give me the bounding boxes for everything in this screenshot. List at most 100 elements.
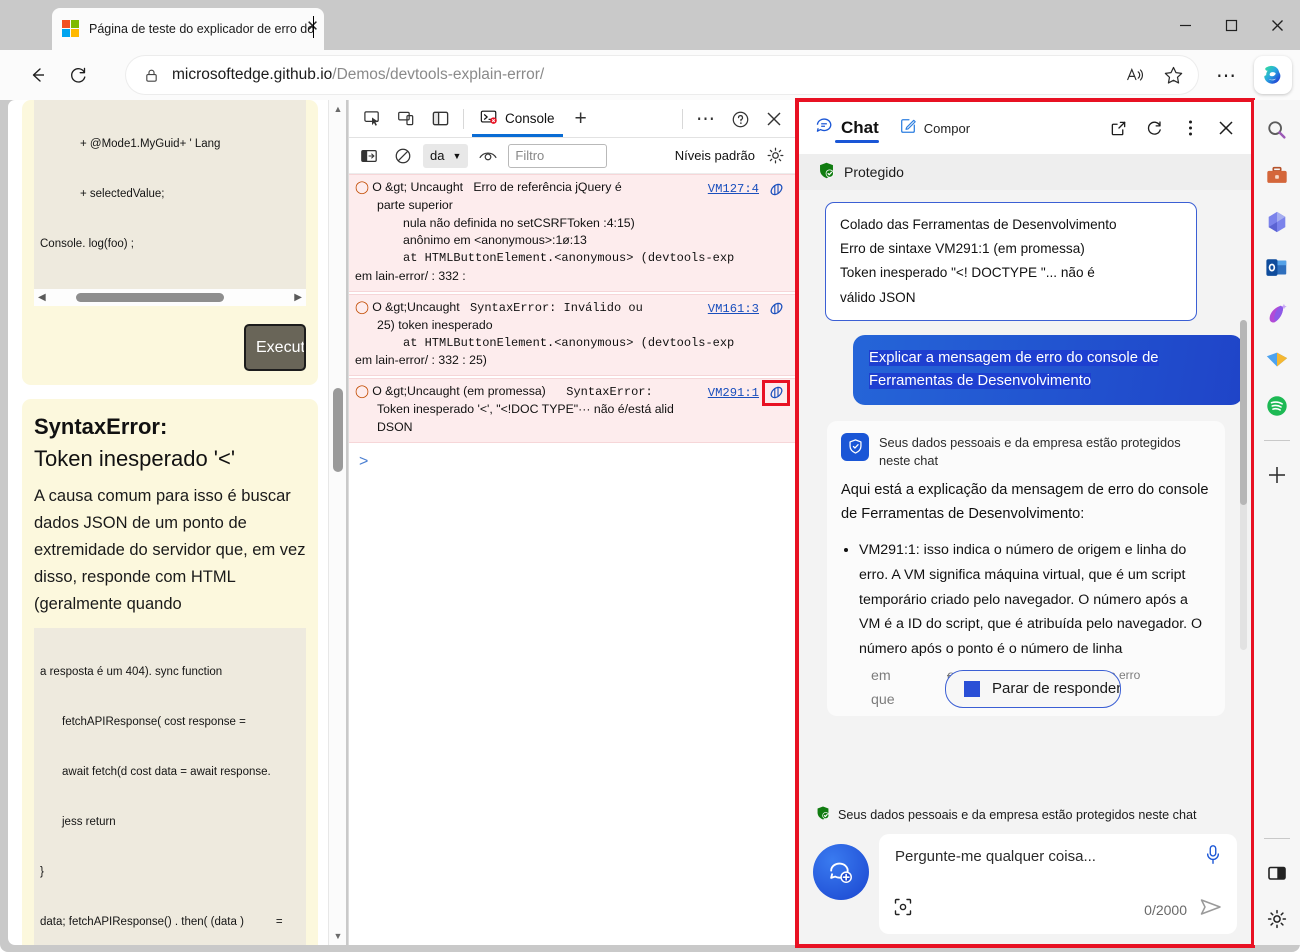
sidebar-settings-gear-icon[interactable]	[1261, 903, 1293, 935]
screenshot-capture-icon[interactable]	[893, 897, 913, 922]
console-message-title: Erro de referência jQuery é	[473, 180, 622, 194]
refresh-chat-icon[interactable]	[1139, 113, 1169, 143]
more-options-icon[interactable]	[1175, 113, 1205, 143]
reload-button[interactable]	[58, 57, 98, 93]
console-message-row-highlighted[interactable]: ◯ O &gt;Uncaught (em promessa) SyntaxErr…	[349, 377, 795, 444]
js-context-selector[interactable]: da ▼	[423, 143, 469, 168]
tab-console[interactable]: Console	[470, 101, 565, 137]
filter-input[interactable]: Filtro	[508, 143, 608, 168]
user-message-bubble: Explicar a mensagem de erro do console d…	[853, 334, 1243, 405]
compose-pencil-icon	[899, 117, 917, 140]
split-screen-icon[interactable]	[1261, 857, 1293, 889]
maximize-button[interactable]	[1208, 0, 1254, 50]
console-message-line: at HTMLButtonElement.<anonymous> (devtoo…	[403, 335, 735, 350]
error-bullet-icon: ◯	[355, 299, 369, 314]
help-icon[interactable]	[723, 104, 757, 134]
console-prompt[interactable]: >	[349, 445, 795, 479]
page-scrollbar[interactable]: ▲ ▼	[328, 100, 346, 945]
console-message-row[interactable]: ◯ O &gt;Uncaught SyntaxError: Inválido o…	[349, 293, 795, 376]
copilot-header: Chat Compor	[799, 102, 1251, 154]
run-button-1[interactable]: Executar	[244, 324, 306, 372]
code-line: data; fetchAPIResponse() . then( (data )…	[40, 916, 283, 929]
filter-placeholder: Filtro	[515, 148, 545, 163]
tab-chat[interactable]: Chat	[809, 108, 885, 148]
sidebar-item-search[interactable]	[1261, 114, 1293, 146]
code-snippet-2: a resposta é um 404). sync function fetc…	[34, 627, 306, 945]
minimize-button[interactable]	[1162, 0, 1208, 50]
sidebar-item-outlook[interactable]	[1261, 252, 1293, 284]
console-message-prefix: O &gt;Uncaught (em promessa)	[372, 383, 546, 398]
explain-error-icon[interactable]	[765, 299, 787, 319]
code-hscrollbar-1[interactable]: ◀ ▶	[34, 289, 306, 307]
console-settings-gear-icon[interactable]	[761, 141, 789, 171]
close-button[interactable]	[1254, 0, 1300, 50]
live-expression-icon[interactable]	[474, 141, 502, 171]
console-message-row[interactable]: ◯ O &gt; Uncaught Erro de referência jQu…	[349, 174, 795, 292]
scroll-left-icon[interactable]: ◀	[38, 292, 46, 303]
edge-sidebar	[1254, 100, 1300, 945]
more-tools-icon[interactable]: ⋯	[689, 104, 723, 134]
code-line: + selectedValue;	[80, 188, 165, 201]
settings-and-more-button[interactable]: ⋯	[1208, 56, 1246, 94]
console-message-line: anônimo em <anonymous>:1ø:13	[403, 233, 587, 248]
chevron-down-icon: ▼	[452, 150, 462, 161]
console-source-link[interactable]: VM291:1	[708, 386, 759, 400]
send-icon[interactable]	[1199, 897, 1223, 922]
explain-error-icon-highlighted[interactable]	[762, 379, 790, 406]
close-copilot-icon[interactable]	[1211, 113, 1241, 143]
device-emulation-icon[interactable]	[389, 104, 423, 134]
browser-tab[interactable]: Página de teste do explicador de erro do…	[52, 8, 324, 50]
stop-responding-button[interactable]: Parar de responder al	[945, 669, 1121, 708]
console-sidebar-toggle-icon[interactable]	[355, 141, 383, 171]
sidebar-bottom-actions	[1254, 834, 1300, 935]
sidebar-item-spotify[interactable]	[1261, 390, 1293, 422]
scroll-thumb[interactable]	[76, 293, 224, 303]
close-devtools-icon[interactable]	[757, 104, 791, 134]
scroll-down-icon[interactable]: ▼	[329, 927, 347, 945]
tab-compose[interactable]: Compor	[893, 108, 976, 148]
microphone-icon[interactable]	[1203, 844, 1223, 871]
back-button[interactable]	[18, 57, 58, 93]
page-content: + @Mode1.MyGuid+ ' Lang + selectedValue;…	[22, 100, 318, 945]
inspect-element-icon[interactable]	[355, 104, 389, 134]
console-message-line: em lain-error/ : 332 :	[355, 268, 466, 283]
clear-console-icon[interactable]	[389, 141, 417, 171]
conversation-scrollbar[interactable]	[1240, 320, 1247, 650]
open-in-new-window-icon[interactable]	[1103, 113, 1133, 143]
console-message-actions: VM127:4	[708, 179, 787, 199]
sidebar-item-designer[interactable]	[1261, 298, 1293, 330]
code-snippet-1: + @Mode1.MyGuid+ ' Lang + selectedValue;…	[34, 100, 306, 290]
console-source-link[interactable]: VM161:3	[708, 302, 759, 316]
log-levels-selector[interactable]: Níveis padrão	[675, 148, 755, 163]
copilot-header-actions	[1103, 113, 1241, 143]
add-panel-button[interactable]: +	[565, 107, 597, 131]
favorite-star-icon[interactable]	[1156, 60, 1190, 90]
dock-side-icon[interactable]	[423, 104, 457, 134]
toolbar-right: ⋯	[1208, 56, 1246, 94]
scroll-right-icon[interactable]: ▶	[294, 292, 302, 303]
sidebar-add-button[interactable]	[1261, 459, 1293, 491]
new-chat-button[interactable]	[813, 844, 869, 900]
address-bar[interactable]: microsoftedge.github.io/Demos/devtools-e…	[126, 56, 1198, 94]
assistant-bullet-list: VM291:1: isso indica o número de origem …	[859, 538, 1211, 662]
console-output[interactable]: ◯ O &gt; Uncaught Erro de referência jQu…	[349, 174, 795, 945]
console-message-prefix: O &gt;Uncaught	[372, 299, 460, 314]
footer-privacy-note: Seus dados pessoais e da empresa estão p…	[813, 797, 1237, 834]
conversation-scroll-thumb[interactable]	[1240, 320, 1247, 505]
explain-error-icon[interactable]	[765, 179, 787, 199]
scroll-up-icon[interactable]: ▲	[329, 100, 347, 118]
copilot-toolbar-button[interactable]	[1254, 56, 1292, 94]
chat-input-box[interactable]: Pergunte-me qualquer coisa... 0/2000	[879, 834, 1237, 934]
read-aloud-icon[interactable]	[1118, 60, 1152, 90]
ghost-text-left-1: em	[871, 667, 891, 684]
error-bullet-icon: ◯	[355, 180, 369, 194]
sidebar-item-dropbox[interactable]	[1261, 344, 1293, 376]
page-scroll-thumb[interactable]	[333, 388, 343, 472]
copilot-conversation[interactable]: Colado das Ferramentas de Desenvolviment…	[799, 190, 1251, 797]
stop-responding-label: Parar de responder al	[992, 680, 1121, 698]
sidebar-item-briefcase[interactable]	[1261, 160, 1293, 192]
url-text: microsoftedge.github.io/Demos/devtools-e…	[172, 66, 1118, 84]
privacy-badge: Seus dados pessoais e da empresa estão p…	[841, 432, 1211, 470]
sidebar-item-microsoft365[interactable]	[1261, 206, 1293, 238]
console-source-link[interactable]: VM127:4	[708, 182, 759, 196]
